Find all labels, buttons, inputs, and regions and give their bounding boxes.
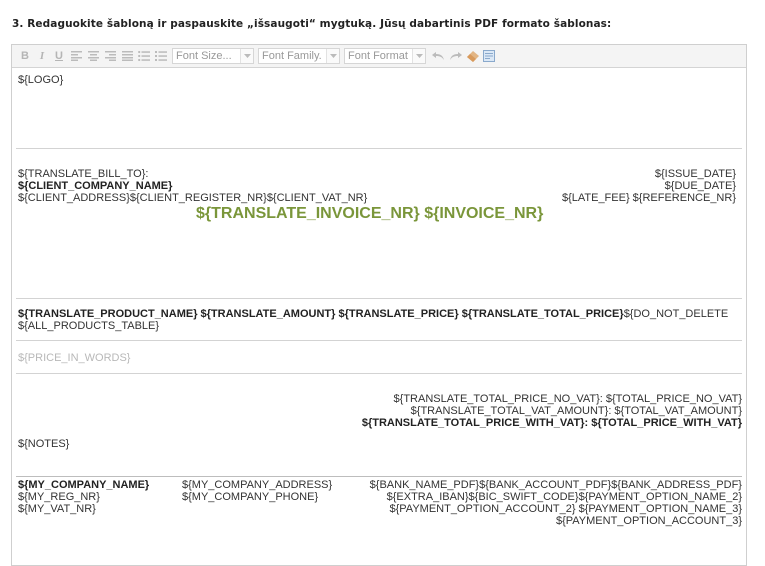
price-in-words: ${PRICE_IN_WORDS} <box>18 352 131 364</box>
invoice-title: ${TRANSLATE_INVOICE_NR} ${INVOICE_NR} <box>196 205 544 222</box>
bold-icon: B <box>21 50 29 62</box>
align-left-icon <box>70 51 82 61</box>
bold-button[interactable]: B <box>18 48 32 64</box>
font-format-select[interactable]: Font Format <box>344 48 426 64</box>
align-left-button[interactable] <box>69 48 83 64</box>
font-family-placeholder: Font Family. <box>262 50 322 62</box>
my-company-address: ${MY_COMPANY_ADDRESS} <box>182 479 333 491</box>
editor-content[interactable]: ${LOGO} ${TRANSLATE_BILL_TO}: ${CLIENT_C… <box>12 68 746 565</box>
total-no-vat: ${TRANSLATE_TOTAL_PRICE_NO_VAT}: ${TOTAL… <box>393 393 742 405</box>
numbered-list-button[interactable] <box>154 48 168 64</box>
editor-toolbar: B I U Font Size... Font Family. Font For… <box>12 45 746 68</box>
notes-placeholder: ${NOTES} <box>18 438 70 450</box>
undo-button[interactable] <box>431 48 445 64</box>
font-family-select[interactable]: Font Family. <box>258 48 340 64</box>
font-format-placeholder: Font Format <box>348 50 408 62</box>
justify-button[interactable] <box>120 48 134 64</box>
undo-icon <box>431 52 444 60</box>
divider <box>16 373 742 374</box>
font-size-placeholder: Font Size... <box>176 50 232 62</box>
italic-button[interactable]: I <box>35 48 49 64</box>
due-date: ${DUE_DATE} <box>664 180 736 192</box>
bullet-list-button[interactable] <box>137 48 151 64</box>
divider <box>16 476 742 477</box>
redo-icon <box>449 52 462 60</box>
eraser-button[interactable] <box>465 48 479 64</box>
eraser-icon <box>466 50 479 62</box>
client-address-line: ${CLIENT_ADDRESS}${CLIENT_REGISTER_NR}${… <box>18 192 368 204</box>
chevron-down-icon <box>240 49 253 63</box>
divider <box>16 298 742 299</box>
divider <box>16 340 742 341</box>
products-header: ${TRANSLATE_PRODUCT_NAME} ${TRANSLATE_AM… <box>18 308 624 320</box>
bank-details: ${BANK_NAME_PDF}${BANK_ACCOUNT_PDF}${BAN… <box>369 479 742 491</box>
late-fee-reference: ${LATE_FEE} ${REFERENCE_NR} <box>561 192 736 204</box>
align-center-button[interactable] <box>86 48 100 64</box>
my-reg-nr: ${MY_REG_NR} <box>18 491 100 503</box>
my-vat-nr: ${MY_VAT_NR} <box>18 503 96 515</box>
redo-button[interactable] <box>448 48 462 64</box>
issue-date: ${ISSUE_DATE} <box>654 168 736 180</box>
html-source-button[interactable] <box>482 48 496 64</box>
total-with-vat: ${TRANSLATE_TOTAL_PRICE_WITH_VAT}: ${TOT… <box>361 417 742 429</box>
underline-button[interactable]: U <box>52 48 66 64</box>
html-source-icon <box>483 50 495 62</box>
align-right-button[interactable] <box>103 48 117 64</box>
align-right-icon <box>104 51 116 61</box>
bill-to-label: ${TRANSLATE_BILL_TO}: <box>18 168 149 180</box>
logo-placeholder: ${LOGO} <box>18 74 64 86</box>
justify-icon <box>121 51 133 61</box>
template-editor[interactable]: B I U Font Size... Font Family. Font For… <box>11 44 747 566</box>
underline-icon: U <box>55 50 63 62</box>
align-center-icon <box>87 51 99 61</box>
font-size-select[interactable]: Font Size... <box>172 48 254 64</box>
client-company-name: ${CLIENT_COMPANY_NAME} <box>18 180 173 192</box>
my-company-name: ${MY_COMPANY_NAME} <box>18 479 150 491</box>
numbered-list-icon <box>155 51 167 61</box>
payment-option-3-line: ${PAYMENT_OPTION_ACCOUNT_3} <box>555 515 742 527</box>
divider <box>16 148 742 149</box>
chevron-down-icon <box>412 49 425 63</box>
bullet-list-icon <box>138 51 150 61</box>
total-vat: ${TRANSLATE_TOTAL_VAT_AMOUNT}: ${TOTAL_V… <box>410 405 742 417</box>
iban-bic-line: ${EXTRA_IBAN}${BIC_SWIFT_CODE}${PAYMENT_… <box>386 491 742 503</box>
payment-option-2-line: ${PAYMENT_OPTION_ACCOUNT_2} ${PAYMENT_OP… <box>389 503 742 515</box>
products-header-line: ${TRANSLATE_PRODUCT_NAME} ${TRANSLATE_AM… <box>18 308 728 320</box>
step-heading: 3. Redaguokite šabloną ir paspauskite „i… <box>12 18 612 30</box>
italic-icon: I <box>39 50 45 62</box>
my-company-phone: ${MY_COMPANY_PHONE} <box>182 491 319 503</box>
all-products-table: ${ALL_PRODUCTS_TABLE} <box>18 320 160 332</box>
chevron-down-icon <box>326 49 339 63</box>
do-not-delete-marker: ${DO_NOT_DELETE <box>623 308 729 320</box>
